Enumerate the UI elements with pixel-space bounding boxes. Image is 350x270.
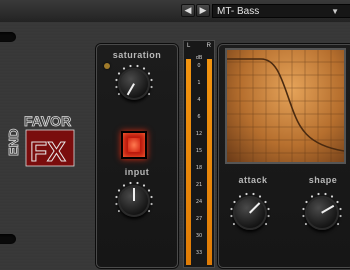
svg-text:END: END [6,129,21,156]
level-meter: L R dB 0 1 4 6 12 15 18 21 24 27 30 33 [183,40,215,268]
meter-scale-label: 4 [197,97,201,103]
svg-text:FX: FX [30,136,66,167]
saturation-label: saturation [112,50,162,60]
meter-scale-label: 1 [197,80,201,86]
meter-left-label: L [187,43,191,49]
svg-text:FAVOR: FAVOR [24,113,71,129]
meter-scale-label: 33 [195,250,203,256]
meter-scale-label: 24 [195,199,203,205]
meter-left-bar [186,59,191,265]
input-label: input [124,167,150,177]
next-preset-button[interactable]: ▶ [196,4,210,17]
meter-scale-label: 0 [197,63,201,69]
screw-icon [104,63,110,69]
saturation-knob[interactable] [118,68,150,100]
meter-scale-label: 6 [197,114,201,120]
knob-pointer [321,205,335,214]
preset-bar: ◀ ▶ MT- Bass ▼ [0,0,350,23]
knob-pointer [249,202,261,214]
preset-name: MT- Bass [217,6,260,17]
meter-scale-label: 27 [195,216,203,222]
meter-scale-label: dB [195,55,203,61]
meter-scale-label: 30 [195,233,203,239]
envelope-curve-graph [227,50,345,162]
knob-pointer [126,83,135,96]
envelope-display [225,48,346,164]
meter-scale: dB 0 1 4 6 12 15 18 21 24 27 30 33 [194,55,204,267]
attack-label: attack [238,175,268,185]
shape-knob[interactable] [305,196,339,230]
chevron-down-icon: ▼ [331,7,339,16]
meter-scale-label: 18 [195,165,203,171]
endfavor-fx-logo: FAVOR END FX [6,113,75,168]
preset-selector[interactable]: MT- Bass ▼ [212,4,350,18]
saturation-toggle-button[interactable] [121,131,147,159]
meter-scale-label: 21 [195,182,203,188]
knob-pointer [133,188,135,201]
meter-right-label: R [206,43,211,49]
rack-screw-hole [0,32,16,42]
meter-right-bar [207,59,212,265]
meter-scale-label: 15 [195,148,203,154]
attack-knob[interactable] [233,196,267,230]
meter-scale-label: 12 [195,131,203,137]
input-knob[interactable] [118,185,150,217]
previous-preset-button[interactable]: ◀ [181,4,195,17]
rack-screw-hole [0,234,16,244]
shape-label: shape [308,175,338,185]
